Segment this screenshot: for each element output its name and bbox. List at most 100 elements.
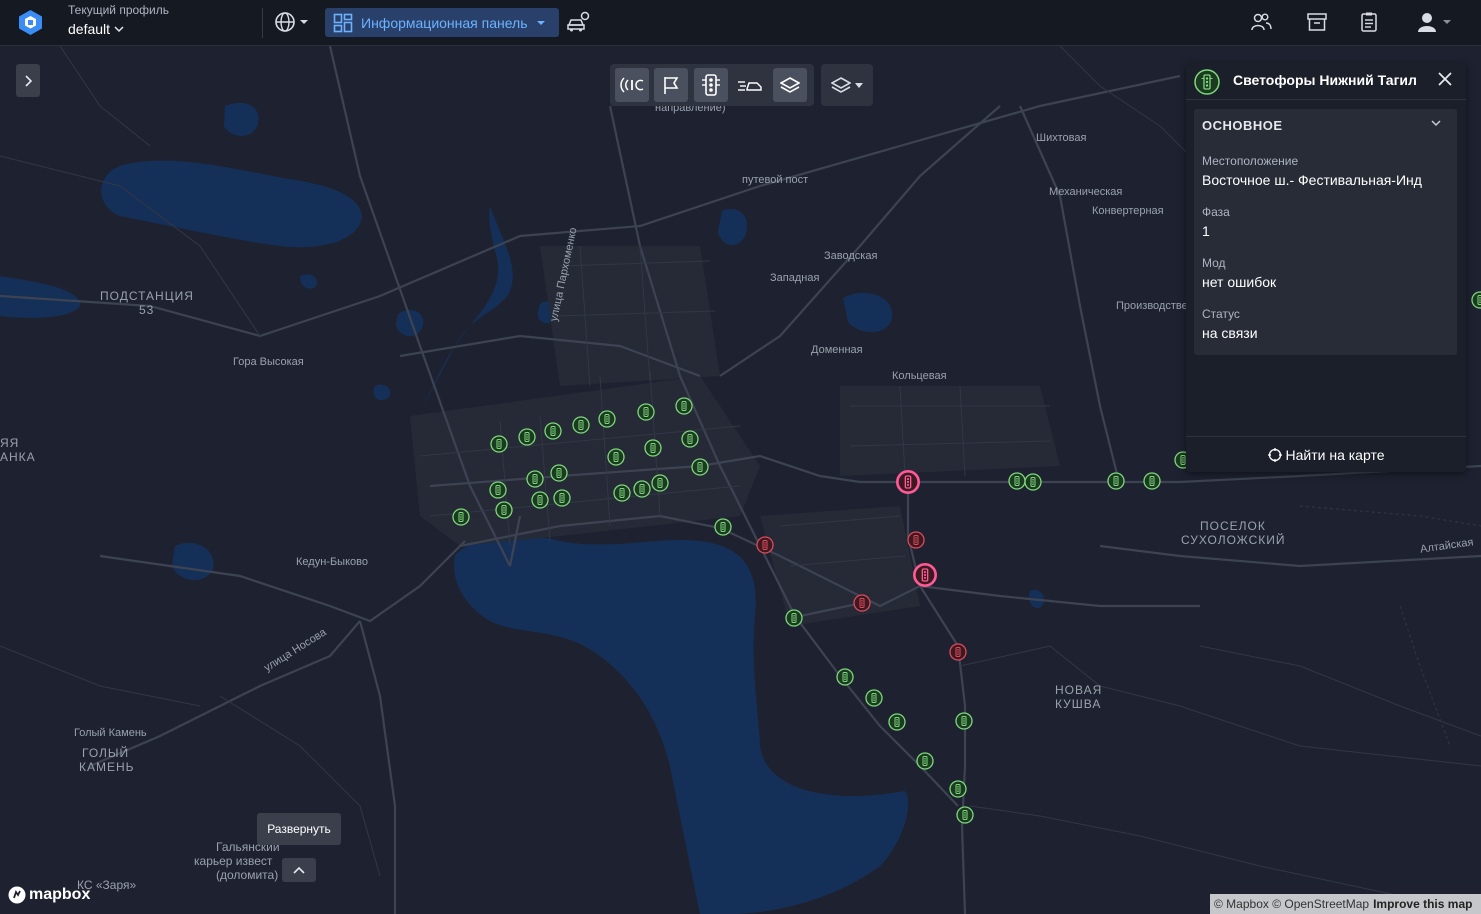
map-label: Конвертерная <box>1092 205 1164 217</box>
traffic-light-marker[interactable] <box>1024 473 1042 491</box>
panel-header: Светофоры Нижний Тагил <box>1186 63 1466 100</box>
traffic-light-marker[interactable] <box>489 481 507 499</box>
traffic-light-icon <box>853 594 871 612</box>
car-settings-icon[interactable] <box>566 11 590 33</box>
traffic-light-marker[interactable] <box>637 403 655 421</box>
traffic-light-marker[interactable] <box>495 501 513 519</box>
traffic-light-marker[interactable] <box>714 518 732 536</box>
traffic-light-icon <box>598 410 616 428</box>
mapbox-logo[interactable]: mapbox <box>8 886 90 904</box>
traffic-light-marker[interactable] <box>644 439 662 457</box>
traffic-light-marker[interactable] <box>598 410 616 428</box>
traffic-light-icon <box>1471 291 1481 309</box>
traffic-light-marker[interactable] <box>1143 472 1161 490</box>
traffic-light-marker[interactable] <box>785 609 803 627</box>
language-selector[interactable] <box>274 11 314 33</box>
map-label: ЯЯ <box>0 436 20 450</box>
dashboard-label: Информационная панель <box>361 14 528 31</box>
tool-traffic-lights[interactable] <box>694 68 728 102</box>
chevron-up-icon <box>293 866 305 874</box>
traffic-light-marker[interactable] <box>613 484 631 502</box>
traffic-light-icon <box>913 563 937 587</box>
basemap-layer-selector[interactable] <box>821 64 873 106</box>
app-logo-icon[interactable] <box>17 9 44 36</box>
expand-bottom-panel-button[interactable] <box>282 858 316 882</box>
traffic-light-marker[interactable] <box>836 668 854 686</box>
caret-down-icon <box>1443 20 1451 24</box>
tool-flags[interactable] <box>654 68 688 102</box>
traffic-light-marker[interactable] <box>531 491 549 509</box>
map-label: СУХОЛОЖСКИЙ <box>1181 533 1286 547</box>
traffic-light-marker[interactable] <box>949 780 967 798</box>
traffic-light-marker[interactable] <box>691 458 709 476</box>
tool-layers[interactable] <box>773 68 807 102</box>
traffic-light-icon <box>518 428 536 446</box>
traffic-light-marker[interactable] <box>607 448 625 466</box>
traffic-light-marker[interactable] <box>526 470 544 488</box>
map-label: Шихтовая <box>1036 132 1087 144</box>
user-menu[interactable] <box>1416 11 1452 33</box>
traffic-light-icon <box>490 435 508 453</box>
traffic-light-icon <box>644 439 662 457</box>
traffic-light-marker[interactable] <box>553 489 571 507</box>
traffic-light-marker[interactable] <box>907 531 925 549</box>
traffic-light-icon <box>651 474 669 492</box>
traffic-light-marker[interactable] <box>651 474 669 492</box>
map-canvas[interactable]: направление) Шихтовая путевой пост Механ… <box>0 46 1481 914</box>
traffic-light-marker[interactable] <box>853 594 871 612</box>
field-label-location: Местоположение <box>1202 154 1299 168</box>
traffic-light-marker[interactable] <box>681 430 699 448</box>
traffic-light-marker[interactable] <box>452 508 470 526</box>
users-icon[interactable] <box>1250 11 1272 33</box>
traffic-light-marker[interactable] <box>956 806 974 824</box>
traffic-light-marker[interactable] <box>675 397 693 415</box>
flag-icon <box>664 77 679 94</box>
attribution-text[interactable]: © Mapbox © OpenStreetMap <box>1214 897 1369 911</box>
tool-detectors[interactable] <box>615 68 649 102</box>
traffic-light-marker[interactable] <box>955 712 973 730</box>
traffic-light-icon <box>1143 472 1161 490</box>
traffic-light-marker[interactable] <box>1471 291 1481 309</box>
traffic-light-marker[interactable] <box>544 422 562 440</box>
chevron-down-icon[interactable] <box>1430 117 1442 129</box>
traffic-light-marker[interactable] <box>896 470 920 494</box>
map-label: ПОСЕЛОК <box>1200 519 1266 533</box>
traffic-light-icon <box>1107 472 1125 490</box>
improve-map-link[interactable]: Improve this map <box>1373 897 1472 911</box>
traffic-light-marker[interactable] <box>490 435 508 453</box>
traffic-light-marker[interactable] <box>572 416 590 434</box>
caret-down-icon <box>855 82 863 88</box>
traffic-light-icon <box>526 470 544 488</box>
traffic-light-marker[interactable] <box>518 428 536 446</box>
archive-icon[interactable] <box>1306 11 1328 33</box>
traffic-light-marker[interactable] <box>633 480 651 498</box>
traffic-light-marker[interactable] <box>888 713 906 731</box>
clipboard-icon[interactable] <box>1358 11 1380 33</box>
map-label: НОВАЯ <box>1055 683 1103 697</box>
traffic-light-marker[interactable] <box>949 643 967 661</box>
traffic-light-marker[interactable] <box>913 563 937 587</box>
traffic-light-marker[interactable] <box>916 752 934 770</box>
traffic-light-marker[interactable] <box>550 464 568 482</box>
map-label: путевой пост <box>742 174 809 186</box>
map-label: (доломита) <box>216 868 279 882</box>
traffic-light-marker[interactable] <box>1107 472 1125 490</box>
map-label: Западная <box>770 272 820 284</box>
tool-vehicles[interactable] <box>733 68 767 102</box>
dashboard-button[interactable]: Информационная панель <box>325 8 559 37</box>
map-label: АНКА <box>0 450 36 464</box>
layers-icon <box>831 77 851 93</box>
traffic-light-icon <box>572 416 590 434</box>
traffic-light-icon <box>544 422 562 440</box>
traffic-light-icon <box>637 403 655 421</box>
traffic-light-marker[interactable] <box>756 536 774 554</box>
close-icon[interactable] <box>1438 72 1452 86</box>
find-on-map-button[interactable]: Найти на карте <box>1186 436 1466 473</box>
expand-sidebar-button[interactable] <box>16 64 40 97</box>
profile-selector[interactable]: default <box>68 21 124 37</box>
traffic-light-icon <box>956 806 974 824</box>
field-value-phase: 1 <box>1202 223 1210 239</box>
traffic-light-icon <box>785 609 803 627</box>
map-attribution: © Mapbox © OpenStreetMap Improve this ma… <box>1210 894 1481 914</box>
traffic-light-marker[interactable] <box>865 689 883 707</box>
